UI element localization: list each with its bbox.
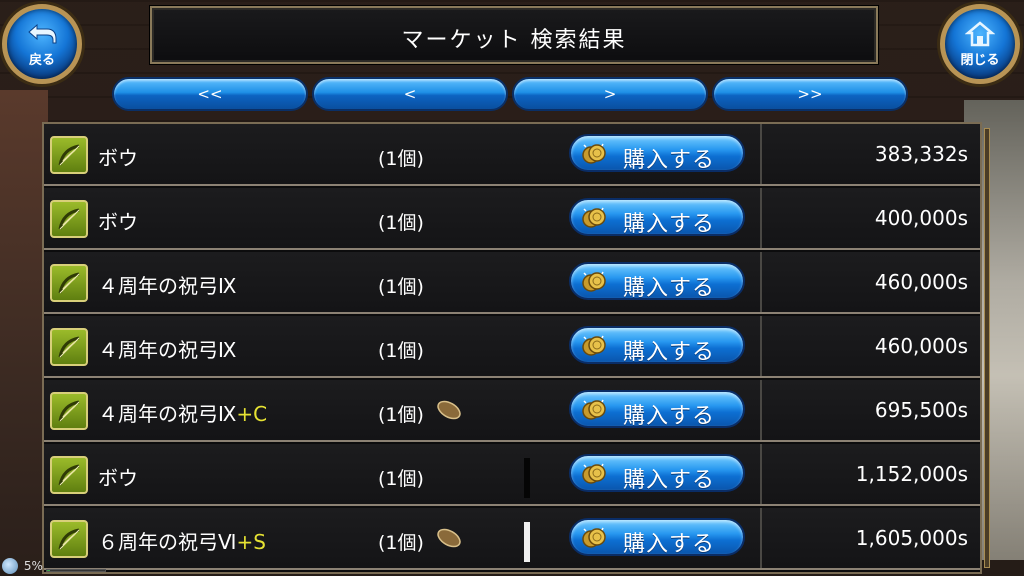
item-suffix: +S <box>236 530 266 554</box>
item-price: 383,332s <box>874 142 968 166</box>
status-indicator: 5% <box>2 558 122 576</box>
coin-icon <box>581 333 607 359</box>
buy-button-label: 購入する <box>623 276 716 301</box>
buy-button[interactable]: 購入する <box>569 262 745 301</box>
item-price: 400,000s <box>874 206 968 230</box>
buy-button-label: 購入する <box>623 212 716 237</box>
item-name: ボウ <box>98 146 138 170</box>
item-name: ６周年の祝弓Ⅵ+S <box>98 530 266 554</box>
buy-button[interactable]: 購入する <box>569 198 745 237</box>
item-quantity: (1個) <box>378 340 424 362</box>
market-results-list: ボウ (1個) 購入する 383,332s ボウ (1個) 購入する 400,0… <box>42 122 982 574</box>
item-name: ４周年の祝弓Ⅸ <box>98 274 237 298</box>
item-suffix: +C <box>236 402 268 426</box>
item-name: ４周年の祝弓Ⅸ+C <box>98 402 268 426</box>
price-cell: 460,000s <box>760 252 980 312</box>
bow-icon <box>50 264 88 302</box>
coin-icon <box>581 397 607 423</box>
item-name: ４周年の祝弓Ⅸ <box>98 338 237 362</box>
buy-button-label: 購入する <box>623 148 716 173</box>
item-quantity: (1個) <box>378 404 424 426</box>
buy-button-label: 購入する <box>623 404 716 429</box>
item-name: ボウ <box>98 466 138 490</box>
background-left <box>0 90 48 570</box>
price-cell: 695,500s <box>760 380 980 440</box>
item-quantity: (1個) <box>378 532 424 554</box>
list-scrollbar[interactable] <box>984 128 990 568</box>
table-row: ６周年の祝弓Ⅵ+S (1個) 購入する 1,605,000s <box>44 508 980 570</box>
price-cell: 400,000s <box>760 188 980 248</box>
seed-icon <box>434 526 464 550</box>
title-bar: マーケット 検索結果 <box>150 6 878 64</box>
price-cell: 460,000s <box>760 316 980 376</box>
buy-button[interactable]: 購入する <box>569 326 745 365</box>
buy-button-label: 購入する <box>623 532 716 557</box>
battery-percent: 5% <box>23 559 43 573</box>
battery-bar <box>46 569 106 572</box>
bow-icon <box>50 520 88 558</box>
item-price: 460,000s <box>874 334 968 358</box>
page-title: マーケット 検索結果 <box>401 28 627 53</box>
next-page-button[interactable]: > <box>512 77 708 111</box>
price-cell: 1,605,000s <box>760 508 980 568</box>
price-cell: 1,152,000s <box>760 444 980 504</box>
item-price: 1,152,000s <box>855 462 968 486</box>
table-row: ボウ (1個) 購入する 1,152,000s <box>44 444 980 506</box>
bow-icon <box>50 456 88 494</box>
bow-icon <box>50 328 88 366</box>
buy-button[interactable]: 購入する <box>569 518 745 557</box>
coin-icon <box>581 269 607 295</box>
coin-icon <box>581 141 607 167</box>
bow-icon <box>50 200 88 238</box>
bow-icon <box>50 392 88 430</box>
item-quantity: (1個) <box>378 212 424 234</box>
buy-button[interactable]: 購入する <box>569 134 745 173</box>
first-page-button[interactable]: << <box>112 77 308 111</box>
table-row: ボウ (1個) 購入する 383,332s <box>44 124 980 186</box>
buy-button-label: 購入する <box>623 340 716 365</box>
globe-icon <box>2 558 18 574</box>
item-quantity: (1個) <box>378 468 424 490</box>
table-row: ４周年の祝弓Ⅸ+C (1個) 購入する 695,500s <box>44 380 980 442</box>
coin-icon <box>581 461 607 487</box>
item-price: 695,500s <box>874 398 968 422</box>
buy-button[interactable]: 購入する <box>569 454 745 493</box>
home-icon <box>964 21 996 47</box>
item-quantity: (1個) <box>378 276 424 298</box>
buy-button[interactable]: 購入する <box>569 390 745 429</box>
battery-bar-fill <box>47 570 50 571</box>
bow-icon <box>50 136 88 174</box>
back-arrow-icon <box>27 21 57 47</box>
back-label: 戻る <box>28 53 55 68</box>
item-name: ボウ <box>98 210 138 234</box>
close-button[interactable]: 閉じる <box>940 4 1020 84</box>
item-price: 460,000s <box>874 270 968 294</box>
prev-page-button[interactable]: < <box>312 77 508 111</box>
marker-bar <box>524 458 530 498</box>
table-row: ボウ (1個) 購入する 400,000s <box>44 188 980 250</box>
table-row: ４周年の祝弓Ⅸ (1個) 購入する 460,000s <box>44 316 980 378</box>
back-button[interactable]: 戻る <box>2 4 82 84</box>
price-cell: 383,332s <box>760 124 980 184</box>
coin-icon <box>581 205 607 231</box>
table-row: ４周年の祝弓Ⅸ (1個) 購入する 460,000s <box>44 252 980 314</box>
marker-bar <box>524 522 530 562</box>
seed-icon <box>434 398 464 422</box>
coin-icon <box>581 525 607 551</box>
item-quantity: (1個) <box>378 148 424 170</box>
close-label: 閉じる <box>960 53 1000 68</box>
last-page-button[interactable]: >> <box>712 77 908 111</box>
item-price: 1,605,000s <box>855 526 968 550</box>
buy-button-label: 購入する <box>623 468 716 493</box>
